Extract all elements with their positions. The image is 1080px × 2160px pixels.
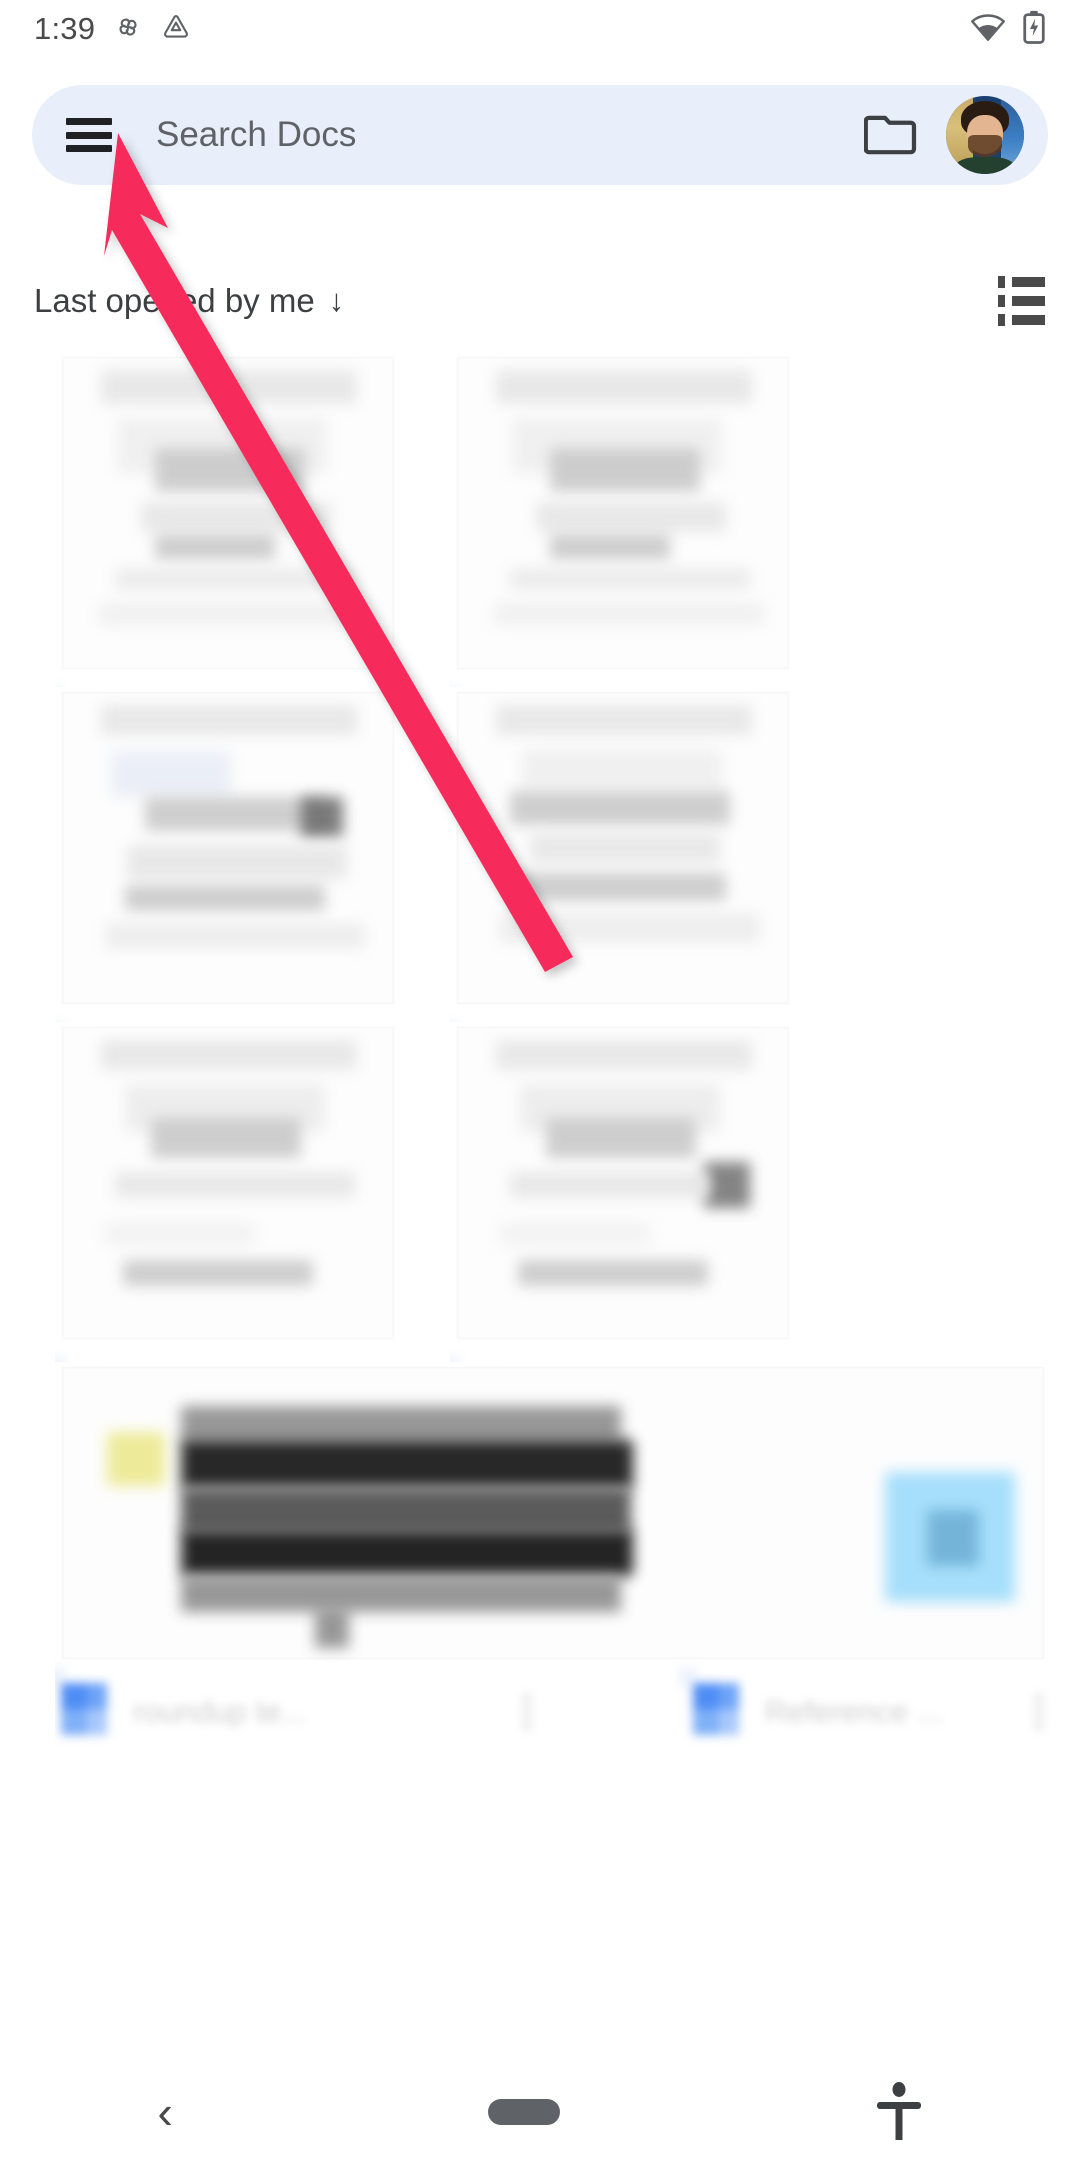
avatar[interactable] <box>946 96 1024 174</box>
avatar-body <box>956 156 1014 174</box>
android-nav-bar: ‹ <box>0 2064 1080 2160</box>
battery-charging-icon <box>1022 10 1046 49</box>
status-bar-right <box>970 10 1046 49</box>
document-footer: roundup te... Reference ... <box>55 1662 1055 1762</box>
list-view-row <box>998 276 1046 288</box>
avatar-beard <box>967 135 1003 157</box>
google-docs-icon <box>679 1667 739 1741</box>
document-thumbnail <box>55 1022 455 1352</box>
document-thumbnail <box>450 1022 850 1352</box>
wifi-icon <box>970 12 1006 47</box>
sort-label-text: Last opened by me <box>34 282 315 319</box>
search-bar[interactable]: Search Docs <box>32 85 1048 185</box>
status-clock: 1:39 <box>34 11 96 46</box>
sort-and-view-row: Last opened by me ↓ <box>0 268 1080 334</box>
list-view-icon[interactable] <box>998 276 1046 326</box>
pinwheel-icon <box>113 12 143 47</box>
document-card[interactable]: roundup te... Reference ... <box>55 1362 1055 1762</box>
more-options-icon[interactable] <box>1035 1695 1043 1729</box>
document-grid: roundup te... Reference ... <box>0 352 1080 2112</box>
folder-icon[interactable] <box>863 108 922 163</box>
sort-selector[interactable]: Last opened by me ↓ <box>34 282 344 320</box>
hamburger-menu-icon[interactable] <box>66 118 112 152</box>
hamburger-line <box>66 118 112 125</box>
document-title: Reference ... <box>765 1694 943 1729</box>
hamburger-line <box>66 145 112 152</box>
drive-triangle-icon <box>161 12 191 47</box>
more-options-icon[interactable] <box>523 1695 531 1729</box>
document-title: roundup te... <box>133 1694 308 1729</box>
back-button[interactable]: ‹ <box>157 2089 172 2135</box>
document-thumbnail <box>55 1362 1055 1662</box>
document-thumbnail <box>450 352 850 682</box>
phone-screen: 1:39 Search Docs Last opened by me ↓ rou… <box>0 0 1080 2160</box>
accessibility-icon[interactable] <box>875 2082 923 2142</box>
document-thumbnail <box>55 352 455 682</box>
search-input[interactable]: Search Docs <box>156 115 864 155</box>
hamburger-line <box>66 131 112 139</box>
status-bar: 1:39 <box>0 0 1080 58</box>
list-view-row <box>998 314 1046 326</box>
document-thumbnail <box>55 687 455 1017</box>
sort-direction-arrow-icon: ↓ <box>328 283 345 318</box>
document-thumbnail <box>450 687 850 1017</box>
status-bar-left: 1:39 <box>34 11 191 47</box>
list-view-row <box>998 295 1046 307</box>
google-docs-icon <box>55 1667 107 1741</box>
home-pill-icon[interactable] <box>487 2099 560 2125</box>
